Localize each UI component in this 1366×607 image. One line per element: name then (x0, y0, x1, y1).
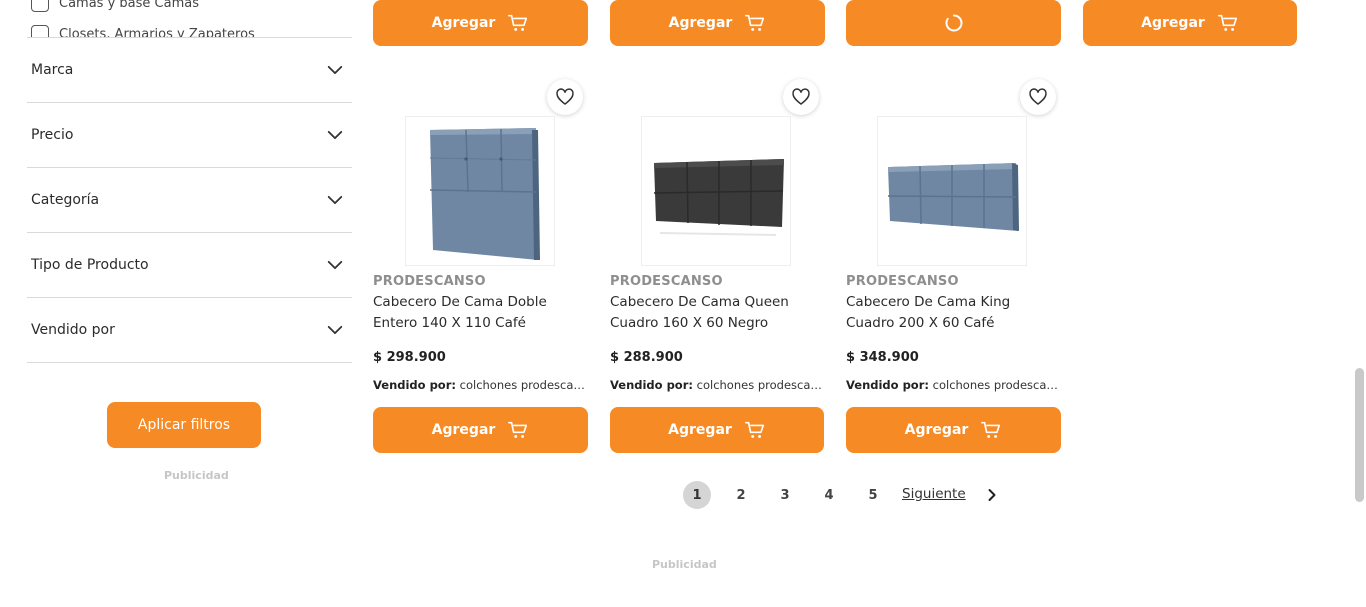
product-image[interactable] (641, 116, 791, 266)
category-option-label: Closets, Armarios y Zapateros (59, 26, 255, 38)
filter-label: Marca (31, 62, 74, 78)
seller-name: colchones prodescanso (932, 378, 1061, 392)
filter-vendido-por[interactable]: Vendido por (27, 298, 352, 363)
chevron-down-icon (327, 260, 343, 270)
filter-marca[interactable]: Marca (27, 38, 352, 103)
seller-label: Vendido por: (373, 378, 456, 392)
filters-sidebar: Camas y base Camas Closets, Armarios y Z… (27, 0, 352, 607)
category-option-camas[interactable]: Camas y base Camas (31, 0, 199, 12)
cart-icon (744, 421, 764, 438)
cart-icon (1217, 14, 1237, 31)
product-seller: Vendido por: colchones prodescanso (610, 378, 825, 392)
add-button-label: Agregar (1141, 15, 1205, 31)
category-option-closets[interactable]: Closets, Armarios y Zapateros (31, 25, 255, 38)
add-button-label: Agregar (431, 422, 496, 438)
filter-tipo-producto[interactable]: Tipo de Producto (27, 233, 352, 298)
page-2-button[interactable]: 2 (727, 481, 755, 509)
ad-label: Publicidad (652, 558, 717, 571)
add-to-cart-button[interactable]: Agregar (610, 407, 824, 453)
seller-name: colchones prodescanso (696, 378, 825, 392)
chevron-down-icon (327, 130, 343, 140)
add-button-label: Agregar (668, 422, 732, 438)
headboard-black-wide-image (653, 159, 784, 236)
add-button-label: Agregar (431, 15, 496, 31)
page-scrollbar-thumb[interactable] (1355, 368, 1364, 502)
next-page-link[interactable]: Siguiente (902, 486, 966, 502)
heart-icon (1029, 88, 1047, 105)
product-price: $ 288.900 (610, 350, 683, 365)
category-option-label: Camas y base Camas (59, 0, 199, 11)
filter-label: Tipo de Producto (31, 257, 149, 273)
page-5-button[interactable]: 5 (859, 481, 887, 509)
product-brand: PRODESCANSO (846, 274, 959, 289)
product-image[interactable] (405, 116, 555, 266)
chevron-down-icon (327, 325, 343, 335)
add-to-cart-button[interactable]: Agregar (846, 407, 1061, 453)
add-to-cart-button-loading[interactable] (846, 0, 1061, 46)
cart-icon (508, 14, 528, 31)
favorite-button[interactable] (547, 79, 583, 115)
chevron-down-icon (327, 65, 343, 75)
chevron-right-icon[interactable] (984, 487, 1000, 503)
page-3-button[interactable]: 3 (771, 481, 799, 509)
product-name[interactable]: Cabecero De Cama Queen Cuadro 160 X 60 N… (610, 292, 825, 334)
product-brand: PRODESCANSO (373, 274, 486, 289)
seller-label: Vendido por: (610, 378, 693, 392)
filter-categoria[interactable]: Categoría (27, 168, 352, 233)
favorite-button[interactable] (1020, 79, 1056, 115)
product-image[interactable] (877, 116, 1027, 266)
cart-icon (508, 421, 528, 438)
product-seller: Vendido por: colchones prodescanso (846, 378, 1061, 392)
product-name[interactable]: Cabecero De Cama King Cuadro 200 X 60 Ca… (846, 292, 1061, 334)
favorite-button[interactable] (783, 79, 819, 115)
product-price: $ 348.900 (846, 350, 919, 365)
add-button-label: Agregar (668, 15, 733, 31)
heart-icon (792, 88, 810, 105)
product-seller: Vendido por: colchones prodescanso (373, 378, 588, 392)
seller-name: colchones prodescanso (459, 378, 588, 392)
filter-label: Categoría (31, 192, 100, 208)
headboard-blue-tall-image (429, 128, 540, 260)
headboard-blue-wide-image (887, 163, 1019, 231)
filter-label: Precio (31, 127, 74, 143)
ad-label: Publicidad (164, 469, 229, 482)
add-to-cart-button[interactable]: Agregar (373, 407, 588, 453)
chevron-down-icon (327, 195, 343, 205)
heart-icon (556, 88, 574, 105)
seller-label: Vendido por: (846, 378, 929, 392)
loading-spinner-icon (944, 14, 962, 32)
cart-icon (745, 14, 765, 31)
category-checkbox[interactable] (31, 0, 49, 12)
add-to-cart-button[interactable]: Agregar (610, 0, 825, 46)
product-price: $ 298.900 (373, 350, 446, 365)
product-brand: PRODESCANSO (610, 274, 723, 289)
filter-label: Vendido por (31, 322, 115, 338)
filter-precio[interactable]: Precio (27, 103, 352, 168)
add-button-label: Agregar (904, 422, 969, 438)
category-options-list: Camas y base Camas Closets, Armarios y Z… (27, 0, 352, 38)
add-to-cart-button[interactable]: Agregar (373, 0, 588, 46)
apply-filters-button[interactable]: Aplicar filtros (107, 402, 261, 448)
add-to-cart-button[interactable]: Agregar (1083, 0, 1297, 46)
page-4-button[interactable]: 4 (815, 481, 843, 509)
page-1-button[interactable]: 1 (683, 481, 711, 509)
product-name[interactable]: Cabecero De Cama Doble Entero 140 X 110 … (373, 292, 588, 334)
category-checkbox[interactable] (31, 25, 49, 37)
cart-icon (981, 421, 1001, 438)
